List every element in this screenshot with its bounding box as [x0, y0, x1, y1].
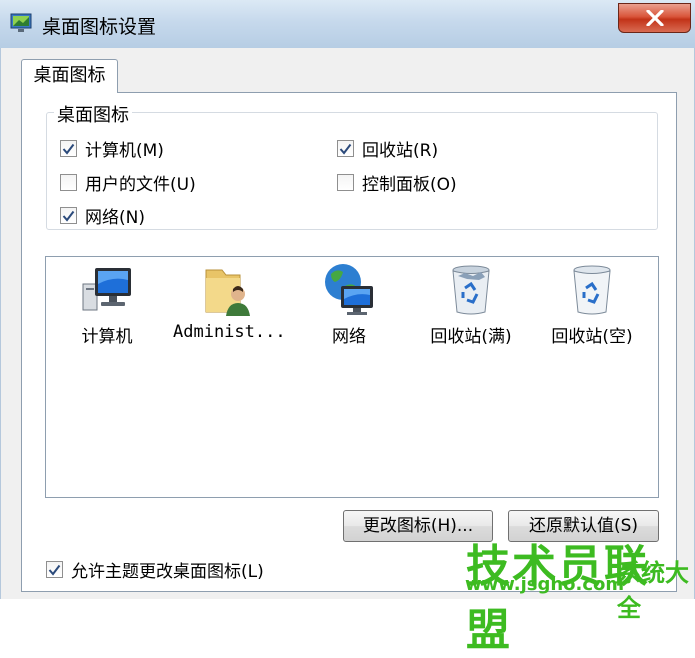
- icon-item-recycle-bin-full[interactable]: 回收站(满): [416, 262, 526, 347]
- checkbox-user-files[interactable]: 用户的文件(U): [60, 170, 196, 195]
- check-icon: [48, 564, 61, 576]
- check-icon: [62, 210, 75, 222]
- network-icon: [325, 264, 373, 315]
- checkbox-allow-theme[interactable]: 允许主题更改桌面图标(L): [46, 557, 264, 582]
- window-title: 桌面图标设置: [42, 16, 157, 38]
- computer-icon: [82, 268, 131, 311]
- icon-label: 回收站(空): [551, 327, 633, 347]
- icon-label: 回收站(满): [430, 327, 512, 347]
- icon-item-recycle-bin-empty[interactable]: 回收站(空): [537, 262, 647, 347]
- user-folder-icon: [205, 269, 250, 316]
- group-legend: 桌面图标: [54, 101, 132, 127]
- checkbox-box[interactable]: [60, 174, 77, 191]
- close-button[interactable]: [618, 3, 691, 33]
- check-icon: [339, 143, 352, 155]
- icon-label: 网络: [332, 327, 366, 347]
- title-bar[interactable]: 桌面图标设置: [0, 0, 695, 49]
- checkbox-box[interactable]: [337, 174, 354, 191]
- checkbox-label: 回收站(R): [362, 141, 439, 161]
- checkbox-control-panel[interactable]: 控制面板(O): [337, 170, 457, 195]
- checkbox-box[interactable]: [60, 140, 77, 157]
- app-icon: [10, 13, 32, 32]
- icon-item-network[interactable]: 网络: [294, 262, 404, 347]
- close-icon: [646, 10, 664, 26]
- dialog-window: 桌面图标设置 桌面图标 桌面图标 计算机(M) 回收站(R) 用户的文件(U) …: [0, 0, 695, 656]
- checkbox-label: 控制面板(O): [362, 175, 457, 195]
- checkbox-network[interactable]: 网络(N): [60, 203, 145, 228]
- icon-label: 计算机: [81, 327, 133, 347]
- checkbox-label: 网络(N): [85, 208, 145, 228]
- checkbox-label: 计算机(M): [85, 141, 164, 161]
- checkbox-box[interactable]: [60, 207, 77, 224]
- watermark-url: www.jsgho.com: [465, 574, 625, 595]
- checkbox-box[interactable]: [337, 140, 354, 157]
- recycle-bin-empty-icon: [573, 265, 611, 315]
- icon-item-computer[interactable]: 计算机: [52, 262, 162, 347]
- checkbox-box[interactable]: [46, 561, 63, 578]
- tab-desktop-icons[interactable]: 桌面图标: [21, 59, 118, 93]
- checkbox-label: 用户的文件(U): [85, 175, 196, 195]
- watermark-side: 系统大全: [617, 559, 689, 622]
- checkbox-recycle-bin[interactable]: 回收站(R): [337, 136, 438, 161]
- checkbox-computer[interactable]: 计算机(M): [60, 136, 164, 161]
- recycle-bin-full-icon: [452, 265, 490, 315]
- check-icon: [62, 143, 75, 155]
- icon-item-user-folder[interactable]: Administ...: [173, 262, 286, 342]
- icon-label: Administ...: [173, 322, 286, 342]
- checkbox-label: 允许主题更改桌面图标(L): [71, 562, 264, 582]
